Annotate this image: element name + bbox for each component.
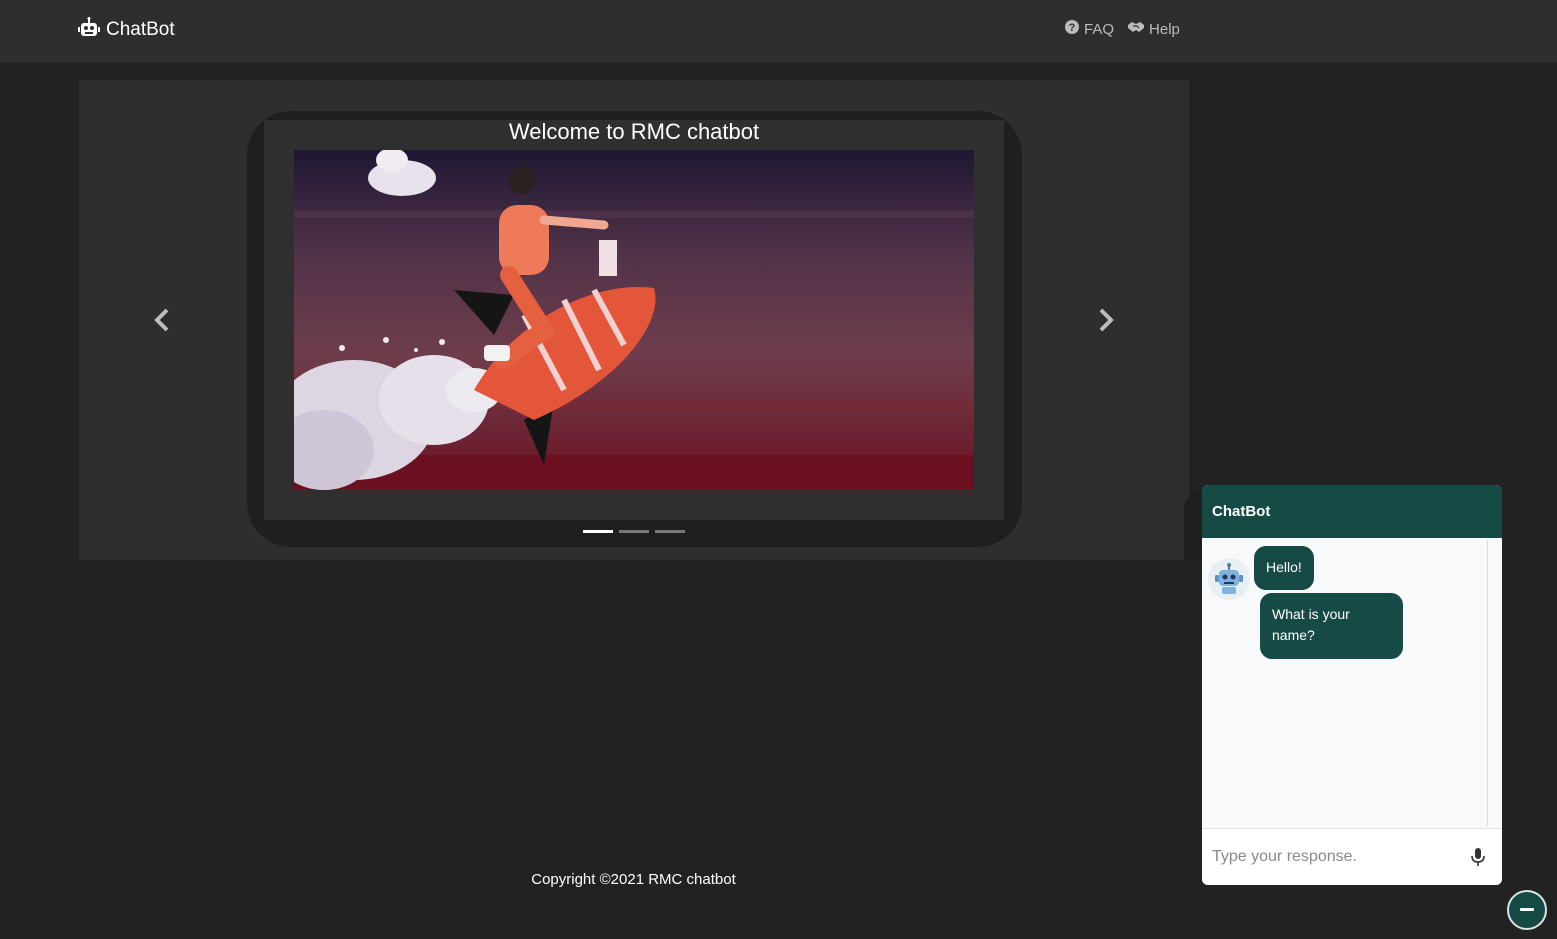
chevron-left-icon	[154, 308, 169, 332]
chat-response-input[interactable]	[1212, 845, 1452, 869]
brand-link[interactable]: ChatBot	[78, 17, 175, 43]
svg-text:?: ?	[1069, 22, 1076, 34]
robot-icon	[78, 17, 100, 43]
device-edge	[1184, 490, 1204, 560]
nav-faq-link[interactable]: ? FAQ	[1064, 19, 1114, 39]
chat-input-bar	[1202, 828, 1502, 885]
bot-avatar	[1208, 558, 1250, 600]
chat-widget: ChatBot Hello! What is your name?	[1202, 485, 1502, 885]
chat-messages: Hello! What is your name?	[1202, 538, 1502, 828]
bot-icon	[1215, 563, 1243, 594]
question-circle-icon: ?	[1064, 19, 1080, 39]
footer-copyright: Copyright ©2021 RMC chatbot	[531, 871, 736, 888]
minus-icon	[1520, 908, 1534, 911]
bot-message: What is your name?	[1260, 593, 1403, 659]
carousel-indicator-1[interactable]	[583, 530, 613, 533]
brand-label: ChatBot	[106, 19, 175, 40]
carousel-prev-button[interactable]	[151, 306, 175, 334]
nav-links: ? FAQ Help	[1064, 19, 1180, 39]
hero-carousel: Welcome to RMC chatbot	[79, 80, 1189, 560]
chevron-right-icon	[1099, 308, 1114, 332]
help-label: Help	[1149, 20, 1180, 38]
carousel-next-button[interactable]	[1093, 306, 1117, 334]
nav-help-link[interactable]: Help	[1127, 19, 1180, 39]
slide-title: Welcome to RMC chatbot	[508, 119, 760, 144]
faq-label: FAQ	[1084, 20, 1115, 38]
chat-minimize-button[interactable]	[1507, 890, 1547, 930]
chat-header: ChatBot	[1202, 485, 1502, 538]
carousel-indicator-3[interactable]	[655, 530, 685, 533]
carousel-indicators	[583, 530, 685, 533]
device-frame: Welcome to RMC chatbot	[247, 111, 1022, 547]
navbar: ChatBot ? FAQ Help	[0, 0, 1557, 63]
chat-scrollbar[interactable]	[1487, 540, 1488, 826]
carousel-indicator-2[interactable]	[619, 530, 649, 533]
handshake-icon	[1127, 20, 1145, 38]
slide-screen: Welcome to RMC chatbot	[264, 120, 1004, 520]
microphone-icon[interactable]	[1470, 847, 1486, 867]
rocket-illustration	[294, 150, 974, 490]
bot-message: Hello!	[1254, 546, 1314, 590]
